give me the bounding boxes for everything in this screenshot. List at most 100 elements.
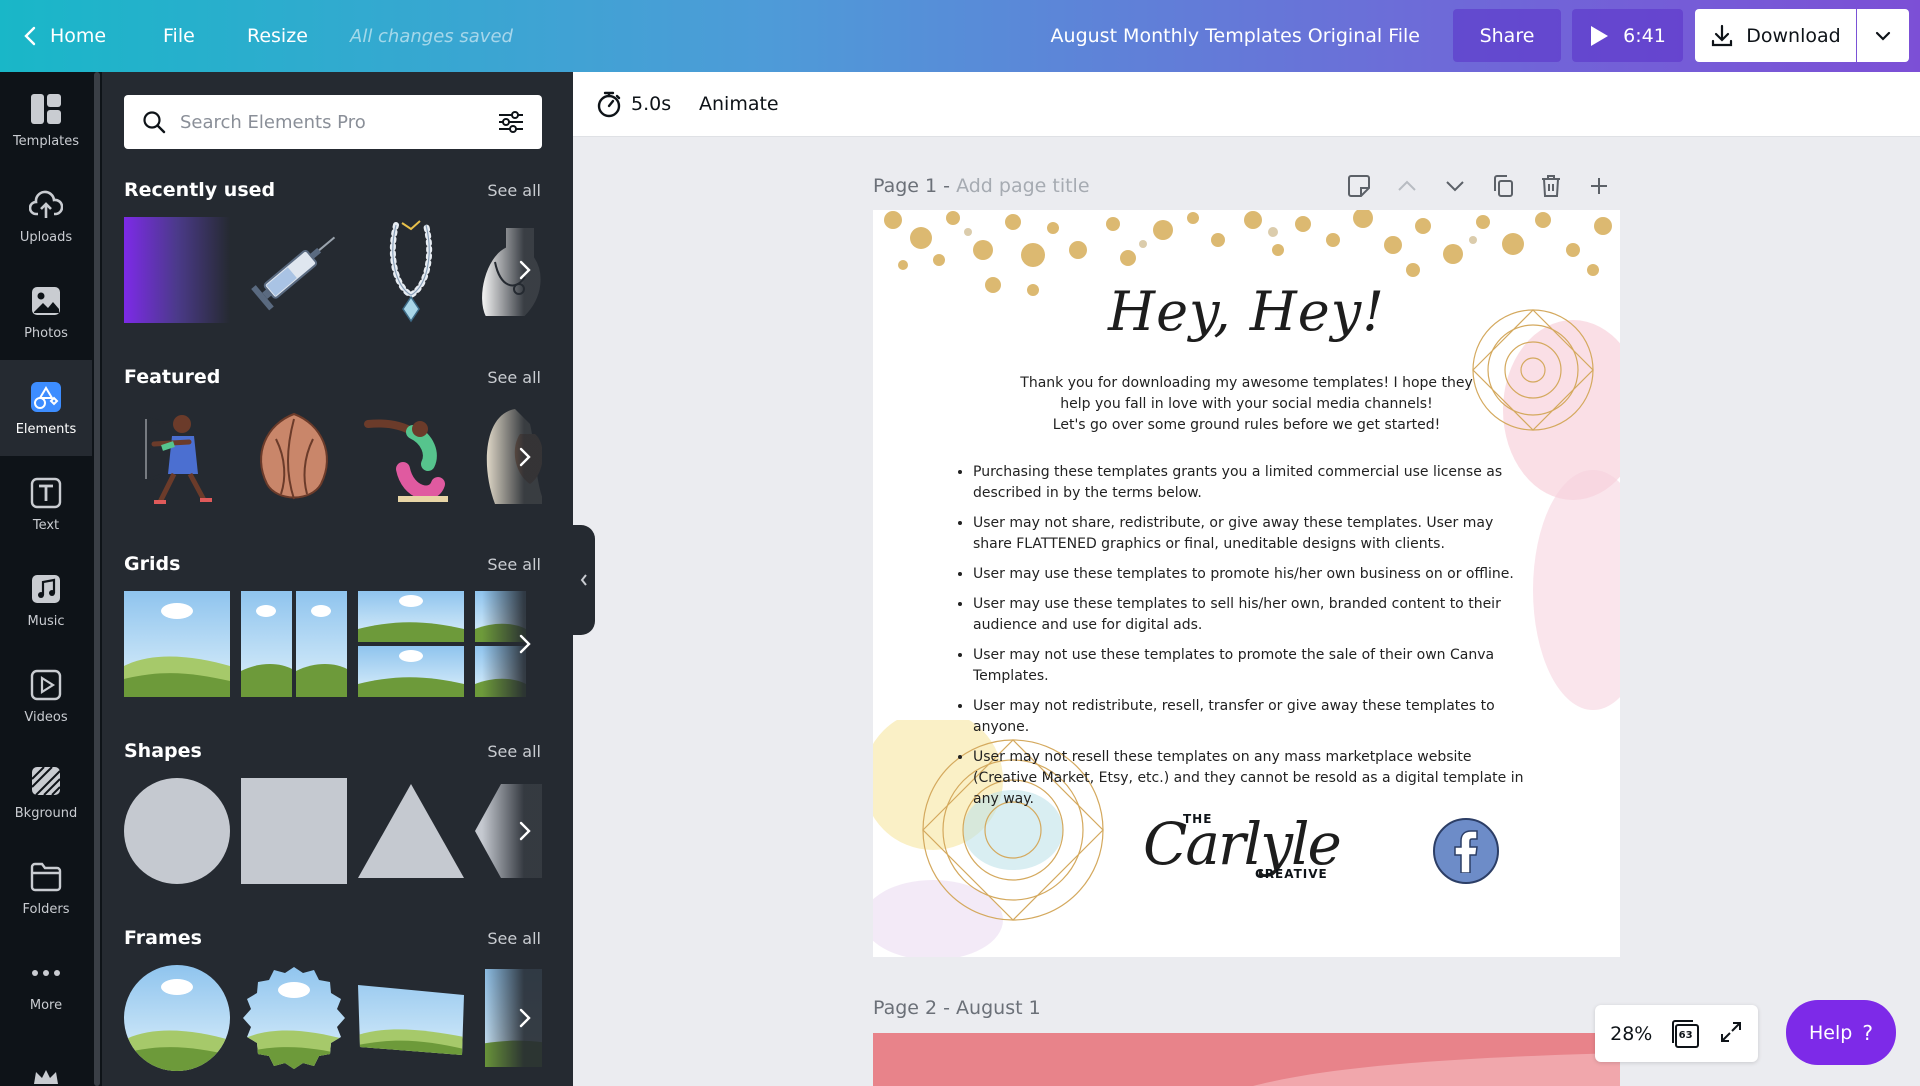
scroll-right-button[interactable] bbox=[510, 442, 540, 472]
nav-scrollbar[interactable] bbox=[92, 72, 102, 1086]
grid-two-row[interactable] bbox=[358, 591, 464, 697]
file-menu-button[interactable]: File bbox=[163, 0, 195, 72]
nav-label: Photos bbox=[24, 325, 68, 341]
filter-sliders-icon[interactable] bbox=[498, 110, 524, 134]
scroll-right-button[interactable] bbox=[510, 1003, 540, 1033]
search-box[interactable]: Search Elements Pro bbox=[124, 95, 542, 149]
share-button[interactable]: Share bbox=[1453, 9, 1561, 62]
notes-icon[interactable] bbox=[1345, 172, 1372, 199]
editor-toolbar: 5.0s Animate bbox=[573, 72, 1920, 137]
rule-item: User may not share, redistribute, or giv… bbox=[973, 513, 1528, 555]
archer-illustration[interactable] bbox=[124, 404, 230, 510]
nav-videos[interactable]: Videos bbox=[0, 648, 92, 744]
section-title-featured: Featured bbox=[124, 366, 221, 388]
square-shape[interactable] bbox=[241, 778, 347, 884]
document-title[interactable]: August Monthly Templates Original File bbox=[1051, 0, 1420, 72]
section-title-frames: Frames bbox=[124, 927, 202, 949]
add-page-icon[interactable] bbox=[1585, 172, 1612, 199]
intro-line: help you fall in love with your social m… bbox=[1060, 396, 1433, 412]
search-icon bbox=[143, 111, 166, 134]
rule-item: User may use these templates to sell his… bbox=[973, 594, 1528, 636]
help-label: Help bbox=[1809, 1021, 1853, 1044]
animate-button[interactable]: Animate bbox=[699, 93, 779, 115]
page-grid-button[interactable]: 63 bbox=[1671, 1019, 1701, 1049]
see-all-grids-link[interactable]: See all bbox=[487, 555, 541, 574]
page-heading: Hey, Hey! bbox=[1108, 280, 1385, 343]
help-button[interactable]: Help ? bbox=[1786, 1000, 1896, 1065]
design-page-1[interactable]: Hey, Hey! Thank you for downloading my a… bbox=[873, 210, 1620, 957]
nav-elements[interactable]: Elements bbox=[0, 360, 92, 456]
zoom-level[interactable]: 28% bbox=[1610, 1023, 1652, 1045]
section-title-shapes: Shapes bbox=[124, 740, 202, 762]
download-icon bbox=[1712, 24, 1733, 46]
play-icon bbox=[1591, 25, 1609, 46]
triangle-shape[interactable] bbox=[358, 778, 464, 884]
download-options-button[interactable] bbox=[1857, 9, 1909, 62]
skewed-frame[interactable] bbox=[358, 965, 464, 1071]
resize-button[interactable]: Resize bbox=[247, 0, 308, 72]
circle-shape[interactable] bbox=[124, 778, 230, 884]
chevron-right-icon bbox=[519, 634, 531, 654]
nav-text[interactable]: Text bbox=[0, 456, 92, 552]
page-count: 63 bbox=[1678, 1029, 1693, 1041]
yoga-pose-illustration[interactable] bbox=[358, 404, 464, 510]
see-all-featured-link[interactable]: See all bbox=[487, 368, 541, 387]
present-play-button[interactable]: 6:41 bbox=[1572, 9, 1683, 62]
featured-thumbnails bbox=[124, 404, 542, 514]
page-title-input[interactable]: Add page title bbox=[956, 175, 1089, 197]
grid-two-column[interactable] bbox=[241, 591, 347, 697]
nav-photos[interactable]: Photos bbox=[0, 264, 92, 360]
move-page-down-icon[interactable] bbox=[1441, 172, 1468, 199]
see-all-shapes-link[interactable]: See all bbox=[487, 742, 541, 761]
share-label: Share bbox=[1479, 24, 1535, 47]
nav-folders[interactable]: Folders bbox=[0, 840, 92, 936]
scalloped-frame[interactable] bbox=[241, 965, 347, 1071]
photo-icon bbox=[29, 284, 63, 318]
recent-thumbnails bbox=[124, 217, 542, 327]
download-button[interactable]: Download bbox=[1695, 9, 1856, 62]
nav-background[interactable]: Bkground bbox=[0, 744, 92, 840]
scroll-right-button[interactable] bbox=[510, 255, 540, 285]
duration-value: 5.0s bbox=[631, 93, 672, 115]
zoom-controls: 28% 63 bbox=[1595, 1005, 1758, 1062]
necklace-element[interactable] bbox=[358, 217, 464, 323]
see-all-frames-link[interactable]: See all bbox=[487, 929, 541, 948]
nav-music[interactable]: Music bbox=[0, 552, 92, 648]
collapse-panel-button[interactable] bbox=[573, 525, 595, 635]
scroll-right-button[interactable] bbox=[510, 816, 540, 846]
search-input[interactable]: Search Elements Pro bbox=[180, 112, 498, 133]
shapes-thumbnails bbox=[124, 778, 542, 888]
nav-more[interactable]: More bbox=[0, 936, 92, 1032]
chevron-down-icon bbox=[1875, 31, 1891, 41]
frames-thumbnails bbox=[124, 965, 542, 1075]
text-t-icon bbox=[29, 476, 63, 510]
help-question-icon: ? bbox=[1862, 1020, 1873, 1045]
circle-frame[interactable] bbox=[124, 965, 230, 1071]
design-page-2[interactable] bbox=[873, 1033, 1620, 1086]
see-all-recent-link[interactable]: See all bbox=[487, 181, 541, 200]
syringe-element[interactable] bbox=[241, 217, 347, 323]
nav-label: Bkground bbox=[14, 805, 78, 821]
fullscreen-button[interactable] bbox=[1719, 1020, 1743, 1048]
flower-bud-illustration[interactable] bbox=[241, 404, 347, 510]
carlyle-creative-logo: THE Carlyle CREATIVE bbox=[1143, 800, 1342, 895]
intro-line: Thank you for downloading my awesome tem… bbox=[1020, 375, 1473, 391]
home-button[interactable]: Home bbox=[24, 0, 106, 72]
page-tools bbox=[1345, 172, 1612, 199]
move-page-up-icon[interactable] bbox=[1393, 172, 1420, 199]
scroll-right-button[interactable] bbox=[510, 629, 540, 659]
chevron-right-icon bbox=[519, 1008, 531, 1028]
grid-single[interactable] bbox=[124, 591, 230, 697]
duration-button[interactable]: 5.0s bbox=[595, 90, 671, 118]
stopwatch-icon bbox=[597, 91, 621, 118]
delete-page-icon[interactable] bbox=[1537, 172, 1564, 199]
more-dots-icon bbox=[29, 956, 63, 990]
gradient-element[interactable] bbox=[124, 217, 230, 323]
nav-uploads[interactable]: Uploads bbox=[0, 168, 92, 264]
rule-item: User may use these templates to promote … bbox=[973, 564, 1528, 585]
elements-panel: Search Elements Pro Recently used See al… bbox=[102, 72, 573, 1086]
nav-templates[interactable]: Templates bbox=[0, 72, 92, 168]
duplicate-page-icon[interactable] bbox=[1489, 172, 1516, 199]
music-note-icon bbox=[29, 572, 63, 606]
scrollbar-thumb[interactable] bbox=[94, 72, 100, 1086]
